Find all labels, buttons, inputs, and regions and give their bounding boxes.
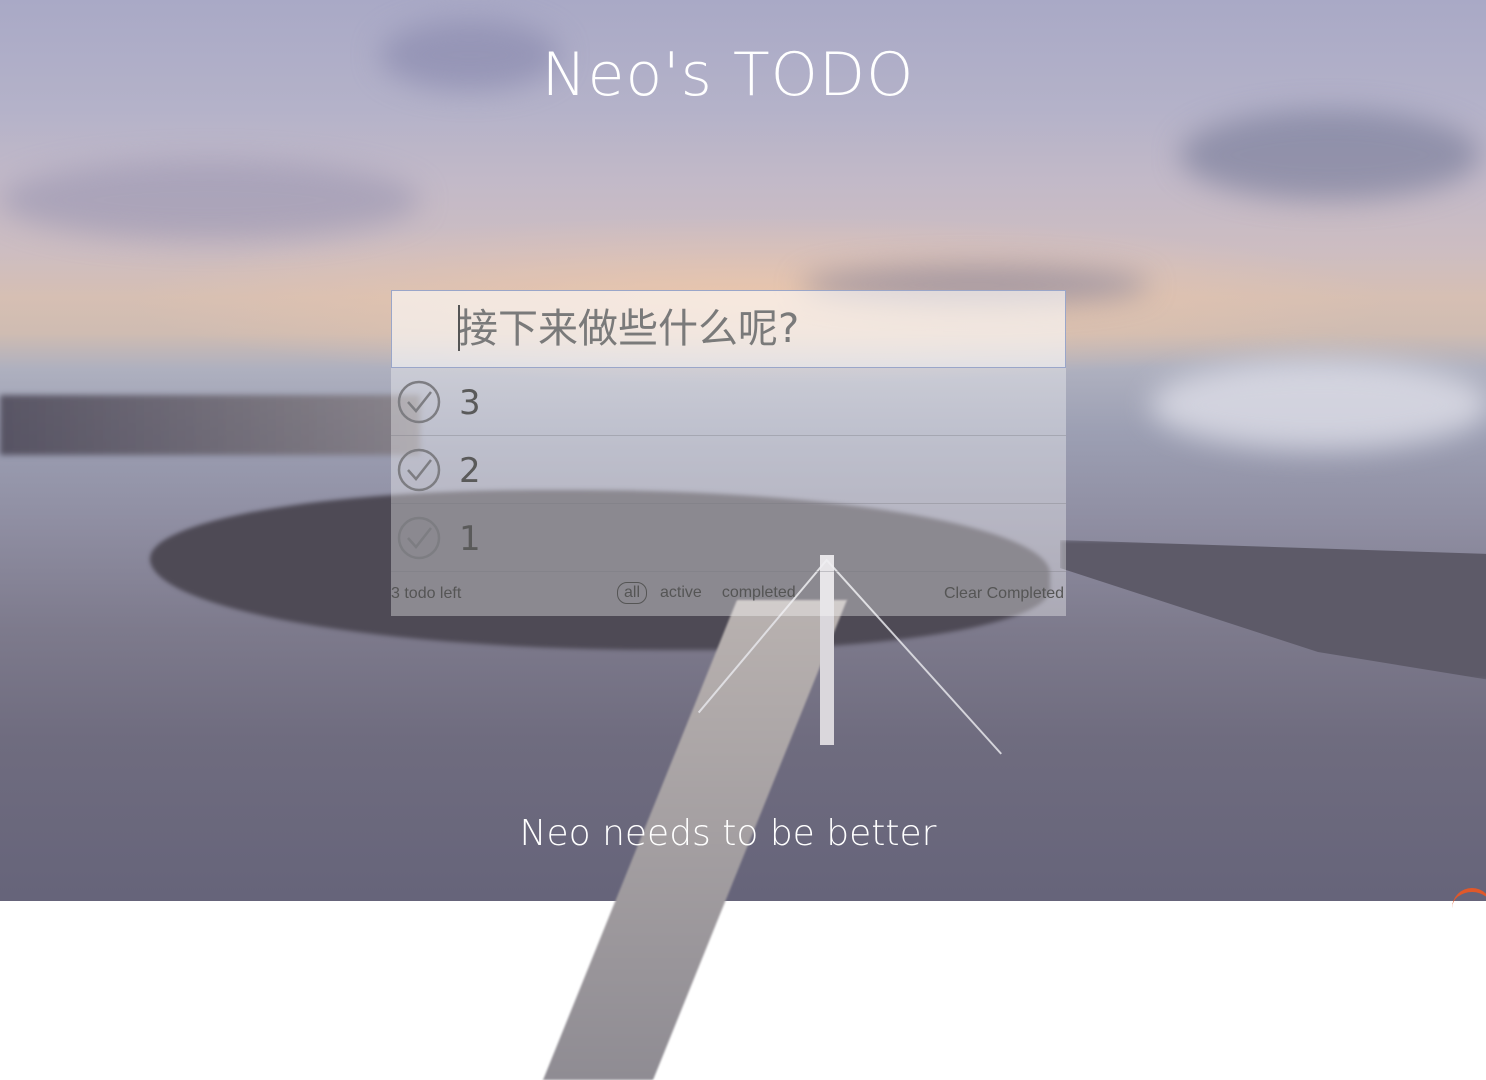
check-circle-icon[interactable]: [397, 448, 441, 492]
filter-all[interactable]: all: [617, 582, 648, 604]
todo-label: 1: [459, 519, 481, 559]
todo-list: 3 2 1: [391, 368, 1066, 572]
check-circle-icon[interactable]: [397, 516, 441, 560]
city-skyline: [0, 395, 420, 455]
app-title: Neo's TODO: [541, 40, 915, 110]
todo-count: 3 todo left: [391, 585, 462, 602]
new-todo-input[interactable]: [391, 290, 1066, 368]
filter-group: all active completed: [617, 582, 803, 604]
filter-completed[interactable]: completed: [715, 582, 803, 604]
check-circle-icon[interactable]: [397, 380, 441, 424]
todo-item[interactable]: 1: [391, 504, 1066, 572]
text-caret: [458, 305, 460, 351]
fog-bank: [1150, 360, 1486, 450]
todo-panel: 3 2 1 3 todo left all activ: [391, 290, 1066, 616]
tagline: Neo needs to be better: [519, 813, 937, 854]
cloud: [1180, 110, 1480, 200]
todo-label: 3: [459, 383, 481, 423]
todo-item[interactable]: 2: [391, 436, 1066, 504]
todo-footer: 3 todo left all active completed Clear C…: [391, 572, 1066, 616]
clear-completed-button[interactable]: Clear Completed: [944, 585, 1064, 603]
todo-item[interactable]: 3: [391, 368, 1066, 436]
cloud: [0, 160, 420, 240]
todo-label: 2: [459, 451, 481, 491]
filter-active[interactable]: active: [653, 582, 709, 604]
